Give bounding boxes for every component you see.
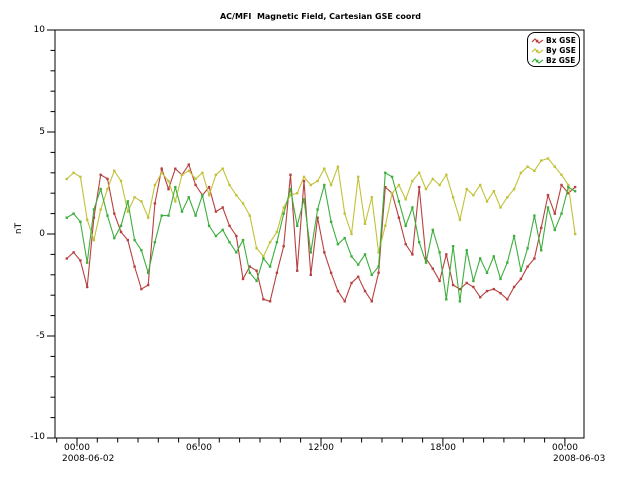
legend-marker-bx-icon <box>531 36 544 45</box>
series-line-by-gse <box>67 159 575 257</box>
x-tick-label-0000a: 00:00 <box>47 443 107 454</box>
legend-marker-bz-icon <box>531 56 544 65</box>
legend-label-bx: Bx GSE <box>546 36 576 45</box>
legend-marker-by-icon <box>531 46 544 55</box>
y-tick-label-neg5: -5 <box>12 331 45 342</box>
series-bx-gse <box>66 163 577 302</box>
y-tick-label-10: 10 <box>12 25 45 36</box>
x-tick-label-0600: 06:00 <box>169 443 229 454</box>
plot-frame <box>55 30 584 438</box>
legend-entry-by: By GSE <box>531 45 577 55</box>
legend-label-bz: Bz GSE <box>546 56 575 65</box>
series-line-bx-gse <box>67 165 575 302</box>
plot-canvas <box>0 0 640 480</box>
y-tick-label-neg10: -10 <box>12 432 45 443</box>
magnetic-field-chart: AC/MFI Magnetic Field, Cartesian GSE coo… <box>0 0 640 480</box>
legend-entry-bx: Bx GSE <box>531 35 577 45</box>
legend-entry-bz: Bz GSE <box>531 55 577 65</box>
x-axis-date-start: 2008-06-02 <box>62 454 132 465</box>
y-tick-label-5: 5 <box>12 127 45 138</box>
x-tick-label-0000b: 00:00 <box>535 443 595 454</box>
series-by-gse <box>66 157 577 257</box>
chart-title: AC/MFI Magnetic Field, Cartesian GSE coo… <box>55 11 586 22</box>
chart-legend: Bx GSE By GSE Bz GSE <box>527 32 580 67</box>
x-axis-date-end: 2008-06-03 <box>553 454 623 465</box>
y-tick-label-0: 0 <box>12 229 45 240</box>
x-tick-label-1800: 18:00 <box>413 443 473 454</box>
y-axis-ticks <box>47 30 55 438</box>
legend-label-by: By GSE <box>546 46 576 55</box>
x-tick-label-1200: 12:00 <box>291 443 351 454</box>
